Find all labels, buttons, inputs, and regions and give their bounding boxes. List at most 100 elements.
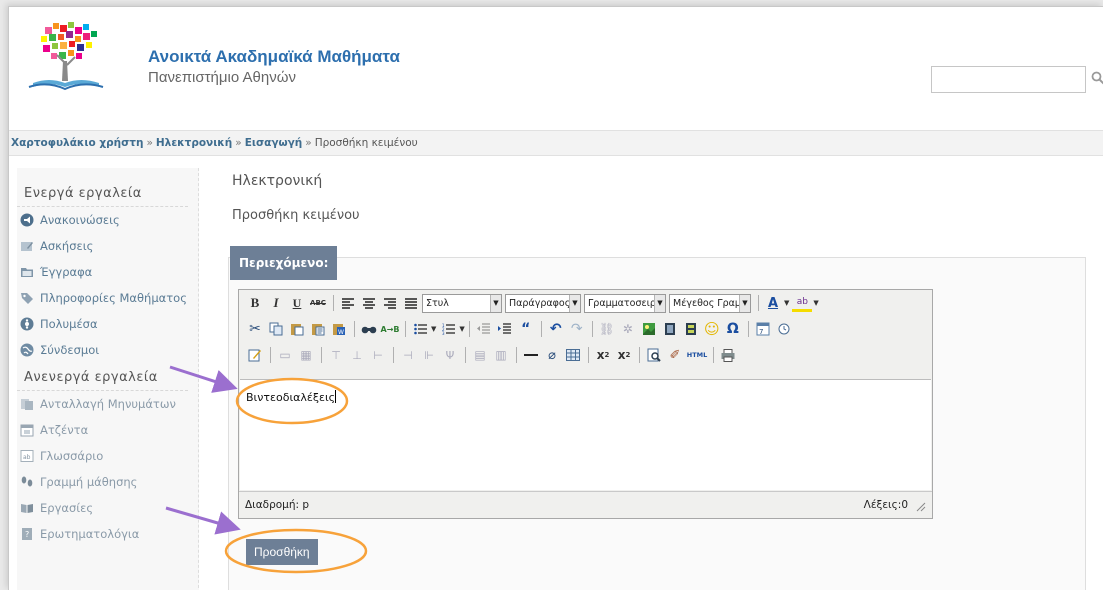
delete-col-icon[interactable]: Ψ	[440, 345, 460, 365]
paste-icon[interactable]	[287, 319, 307, 339]
html-source-icon[interactable]: HTML	[686, 345, 708, 365]
editor-content-area[interactable]: Βιντεοδιαλέξεις	[240, 379, 931, 490]
chevron-down-icon: ▼	[739, 294, 750, 312]
print-icon[interactable]	[718, 345, 738, 365]
cut-icon[interactable]: ✂	[245, 319, 265, 339]
size-select[interactable]: Μέγεθος Γραμμ ▼	[669, 293, 751, 313]
insert-table-icon[interactable]	[563, 345, 583, 365]
split-cells-icon[interactable]: ▥	[491, 345, 511, 365]
sidebar-item-label: Πολυμέσα	[40, 317, 98, 331]
open-courses-logo[interactable]	[23, 19, 133, 99]
edit-css-icon[interactable]	[245, 345, 265, 365]
format-select[interactable]: Παράγραφος ▼	[505, 293, 581, 313]
emoticon-icon[interactable]: ☺	[702, 319, 722, 339]
superscript-icon[interactable]: x2	[614, 345, 634, 365]
insert-layer-icon[interactable]: ▭	[275, 345, 295, 365]
sidebar-item-messages[interactable]: Ανταλλαγή Μηνυμάτων	[17, 391, 198, 417]
sidebar-item-label: Έγγραφα	[40, 265, 93, 279]
insert-date-icon[interactable]: 7	[753, 319, 773, 339]
col-after-icon[interactable]: ⊩	[419, 345, 439, 365]
link-icon[interactable]: ⛓	[597, 319, 617, 339]
chevron-down-icon[interactable]: ▼	[813, 299, 818, 307]
numbered-list-icon[interactable]: 123	[438, 319, 458, 339]
search-input[interactable]	[931, 66, 1086, 93]
editor-toolbar-row: B I U ABC Στυλ ▼ Παράγραφος ▼ Γραμματοσειρ…	[239, 290, 932, 316]
delete-row-icon[interactable]: ⊢	[368, 345, 388, 365]
row-before-icon[interactable]: ⊤	[326, 345, 346, 365]
copy-icon[interactable]	[266, 319, 286, 339]
sidebar-item-course-info[interactable]: Πληροφορίες Μαθήματος	[17, 285, 198, 311]
highlight-color-icon[interactable]: ab	[792, 295, 813, 312]
sidebar-item-glossary[interactable]: ab Γλωσσάριο	[17, 443, 198, 469]
merge-cells-icon[interactable]: ▤	[470, 345, 490, 365]
remove-format-icon[interactable]: ⌀	[542, 345, 562, 365]
breadcrumb-intro[interactable]: Εισαγωγή	[245, 137, 303, 149]
bold-button[interactable]: B	[245, 293, 265, 313]
font-select-value: Γραμματοσειρά	[588, 297, 663, 309]
text-color-icon[interactable]: A	[763, 293, 783, 313]
sidebar-item-announcements[interactable]: Ανακοινώσεις	[17, 207, 198, 233]
chevron-down-icon[interactable]: ▼	[431, 325, 436, 333]
special-char-icon[interactable]: Ω	[723, 319, 743, 339]
row-after-icon[interactable]: ⊥	[347, 345, 367, 365]
sidebar-item-documents[interactable]: Έγγραφα	[17, 259, 198, 285]
align-justify-icon[interactable]	[401, 293, 421, 313]
toolbar-separator	[540, 321, 542, 337]
indent-icon[interactable]	[495, 319, 515, 339]
cleanup-icon[interactable]: ✐	[665, 345, 685, 365]
breadcrumb-course[interactable]: Ηλεκτρονική	[156, 137, 232, 149]
anchor-icon[interactable]	[639, 319, 659, 339]
sidebar-item-agenda[interactable]: Ατζέντα	[17, 417, 198, 443]
site-title[interactable]: Ανοικτά Ακαδημαϊκά Μαθήματα	[148, 47, 400, 67]
preview-icon[interactable]	[644, 345, 664, 365]
chevron-down-icon[interactable]: ▼	[459, 325, 464, 333]
outdent-icon[interactable]	[474, 319, 494, 339]
media-icon[interactable]	[681, 319, 701, 339]
bulleted-list-icon[interactable]	[410, 319, 430, 339]
sidebar-item-multimedia[interactable]: Πολυμέσα	[17, 311, 198, 337]
paste-text-icon[interactable]	[308, 319, 328, 339]
style-select[interactable]: Στυλ ▼	[422, 293, 502, 313]
image-icon[interactable]	[660, 319, 680, 339]
sidebar-item-exercises[interactable]: Ασκήσεις	[17, 233, 198, 259]
replace-icon[interactable]: A→B	[380, 319, 400, 339]
blockquote-icon[interactable]: “	[516, 319, 536, 339]
style-select-value: Στυλ	[426, 297, 449, 309]
messages-icon	[21, 399, 33, 410]
breadcrumb-separator: »	[235, 137, 242, 149]
col-before-icon[interactable]: ⊣	[398, 345, 418, 365]
horizontal-rule-icon[interactable]	[521, 345, 541, 365]
chevron-down-icon[interactable]: ▼	[784, 299, 789, 307]
toolbar-separator	[516, 347, 517, 363]
svg-text:ab: ab	[23, 454, 31, 461]
unlink-icon[interactable]: ✲	[618, 319, 638, 339]
undo-icon[interactable]: ↶	[546, 319, 566, 339]
strikethrough-button[interactable]: ABC	[308, 293, 328, 313]
sidebar-item-label: Γραμμή μάθησης	[40, 475, 138, 489]
italic-button[interactable]: I	[266, 293, 286, 313]
search-icon[interactable]	[1091, 71, 1103, 85]
active-tools-heading: Ενεργά εργαλεία	[17, 179, 188, 207]
find-icon[interactable]	[359, 319, 379, 339]
breadcrumb-portfolio[interactable]: Χαρτοφυλάκιο χρήστη	[11, 137, 143, 149]
align-right-icon[interactable]	[380, 293, 400, 313]
redo-icon[interactable]: ↷	[567, 319, 587, 339]
align-center-icon[interactable]	[359, 293, 379, 313]
multimedia-icon	[20, 317, 34, 331]
editor-text: Βιντεοδιαλέξεις	[246, 391, 336, 404]
font-select[interactable]: Γραμματοσειρά ▼	[584, 293, 666, 313]
subscript-icon[interactable]: x2	[593, 345, 613, 365]
sidebar-item-links[interactable]: Σύνδεσμοι	[17, 337, 198, 363]
sidebar-item-questionnaires[interactable]: ? Ερωτηματολόγια	[17, 521, 198, 547]
resize-handle-icon[interactable]	[914, 500, 926, 512]
sidebar-item-assignments[interactable]: Εργασίες	[17, 495, 198, 521]
table-props-icon[interactable]: ▦	[296, 345, 316, 365]
text-caret	[335, 390, 337, 403]
add-button[interactable]: Προσθήκη	[246, 539, 318, 565]
sidebar-item-learning-path[interactable]: Γραμμή μάθησης	[17, 469, 198, 495]
align-left-icon[interactable]	[338, 293, 358, 313]
sidebar-item-label: Ερωτηματολόγια	[40, 527, 140, 541]
underline-button[interactable]: U	[287, 293, 307, 313]
insert-time-icon[interactable]	[774, 319, 794, 339]
paste-word-icon[interactable]: W	[329, 319, 349, 339]
